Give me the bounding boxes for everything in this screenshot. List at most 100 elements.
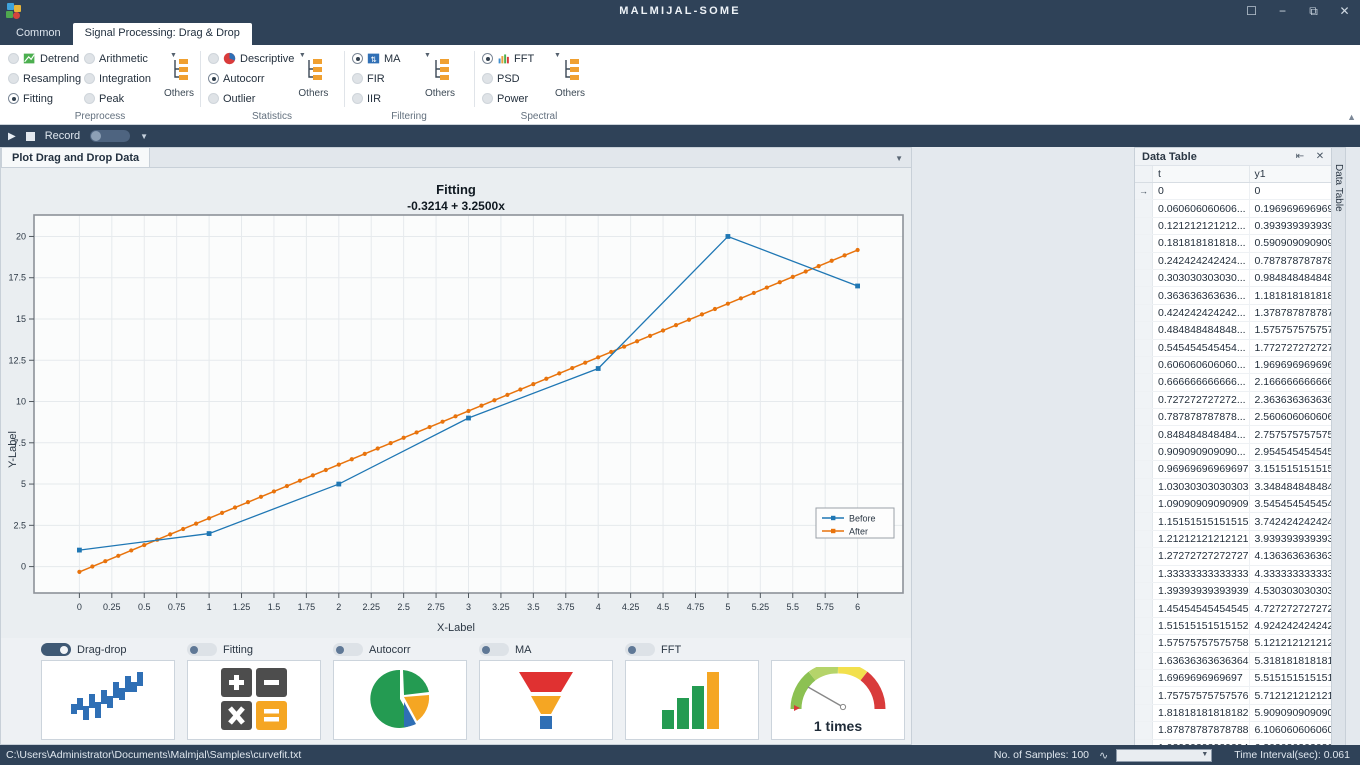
table-row[interactable]: 1.454545454545454.72727272727273: [1135, 600, 1345, 617]
run-counter-card[interactable]: 1 times: [771, 660, 905, 740]
close-icon[interactable]: ✕: [1329, 0, 1360, 22]
chart-canvas[interactable]: 00.250.50.7511.251.51.7522.252.52.7533.2…: [1, 168, 911, 638]
table-cell[interactable]: 0.96969696969697: [1153, 461, 1249, 477]
radio-peak[interactable]: Peak: [84, 91, 160, 106]
table-row[interactable]: 0.060606060606...0.196969696969...: [1135, 200, 1345, 217]
table-row[interactable]: 1.151515151515153.74242424242424: [1135, 513, 1345, 530]
table-row[interactable]: 1.818181818181825.90909090909091: [1135, 705, 1345, 722]
close-icon[interactable]: ✕: [1315, 151, 1325, 162]
table-row[interactable]: 0.303030303030...0.984848484848...: [1135, 270, 1345, 287]
radio-detrend[interactable]: Detrend: [8, 51, 84, 66]
radio-descriptive[interactable]: Descriptive: [208, 51, 289, 66]
table-row[interactable]: 0.484848484848...1.57575757575758: [1135, 322, 1345, 339]
table-cell[interactable]: 0.545454545454...: [1153, 340, 1249, 356]
restore-layout-icon[interactable]: ☐: [1236, 0, 1267, 22]
table-row[interactable]: 0.969696969696973.15151515151515: [1135, 461, 1345, 478]
table-row[interactable]: 0.181818181818...0.590909090909...: [1135, 235, 1345, 252]
radio-psd[interactable]: PSD: [482, 71, 544, 86]
stop-icon[interactable]: [26, 132, 35, 141]
bar-chart-icon-card[interactable]: [625, 660, 759, 740]
table-cell[interactable]: 0.060606060606...: [1153, 200, 1249, 216]
table-cell[interactable]: 1.51515151515152: [1153, 618, 1249, 634]
table-cell[interactable]: 1.03030303030303: [1153, 479, 1249, 495]
table-cell[interactable]: 1.27272727272727: [1153, 548, 1249, 564]
table-row[interactable]: 0.606060606060...1.96969696969697: [1135, 357, 1345, 374]
table-row[interactable]: 1.575757575757585.12121212121212: [1135, 635, 1345, 652]
table-row[interactable]: 1.878787878787886.10606060606061: [1135, 722, 1345, 739]
radio-resampling[interactable]: Resampling: [8, 71, 84, 86]
table-cell[interactable]: 1.81818181818182: [1153, 705, 1249, 721]
table-row[interactable]: 0.848484848484...2.75757575757576: [1135, 426, 1345, 443]
table-cell[interactable]: 0.121212121212...: [1153, 218, 1249, 234]
table-row[interactable]: 0.545454545454...1.77272727272727: [1135, 340, 1345, 357]
statistics-others-button[interactable]: ▼ Others: [293, 51, 334, 99]
drag-drop-item[interactable]: Drag-drop: [41, 641, 175, 744]
ribbon-tab-common[interactable]: Common: [4, 23, 73, 45]
table-cell[interactable]: 1.15151515151515: [1153, 513, 1249, 529]
ribbon-collapse-icon[interactable]: ▲: [1347, 112, 1356, 122]
table-cell[interactable]: 0.909090909090...: [1153, 444, 1249, 460]
drag-drop-item[interactable]: FFT: [625, 641, 759, 744]
table-cell[interactable]: 1.6969696969697: [1153, 670, 1249, 686]
table-cell[interactable]: 0.181818181818...: [1153, 235, 1249, 251]
drag-drop-item[interactable]: MA: [479, 641, 613, 744]
record-toggle[interactable]: [90, 130, 130, 142]
table-cell[interactable]: 0.787878787878...: [1153, 409, 1249, 425]
ribbon-tab-signal-processing[interactable]: Signal Processing: Drag & Drop: [73, 23, 252, 45]
toggle-fft[interactable]: [625, 643, 655, 656]
table-cell[interactable]: 1.75757575757576: [1153, 687, 1249, 703]
table-cell[interactable]: 0.303030303030...: [1153, 270, 1249, 286]
table-row[interactable]: 1.69696969696975.51515151515151: [1135, 670, 1345, 687]
table-cell[interactable]: 1.63636363636364: [1153, 653, 1249, 669]
radio-power[interactable]: Power: [482, 91, 544, 106]
toggle-autocorr[interactable]: [333, 643, 363, 656]
pie-chart-icon-card[interactable]: [333, 660, 467, 740]
radio-fft[interactable]: FFT: [482, 51, 544, 66]
table-cell[interactable]: 1.33333333333333: [1153, 566, 1249, 582]
table-row[interactable]: 0.787878787878...2.56060606060606: [1135, 409, 1345, 426]
data-grid[interactable]: ty1→000.060606060606...0.196969696969...…: [1135, 166, 1345, 765]
table-cell[interactable]: 0.727272727272...: [1153, 392, 1249, 408]
table-cell[interactable]: 1.57575757575758: [1153, 635, 1249, 651]
table-cell[interactable]: 0.363636363636...: [1153, 287, 1249, 303]
radio-ma[interactable]: ⇅ MA: [352, 51, 414, 66]
toggle-ma[interactable]: [479, 643, 509, 656]
table-cell[interactable]: 1.45454545454545: [1153, 600, 1249, 616]
table-row[interactable]: 1.393939393939394.53030303030303: [1135, 583, 1345, 600]
table-row[interactable]: 1.515151515151524.92424242424242: [1135, 618, 1345, 635]
radio-autocorr[interactable]: Autocorr: [208, 71, 289, 86]
drag-drop-item[interactable]: Autocorr: [333, 641, 467, 744]
filtering-others-button[interactable]: ▼ Others: [418, 51, 462, 99]
funnel-icon-card[interactable]: [479, 660, 613, 740]
table-cell[interactable]: 0.848484848484...: [1153, 426, 1249, 442]
table-row[interactable]: 1.636363636363645.31818181818182: [1135, 653, 1345, 670]
table-row[interactable]: 0.727272727272...2.36363636363636: [1135, 392, 1345, 409]
radio-iir[interactable]: IIR: [352, 91, 414, 106]
minimize-icon[interactable]: −: [1267, 0, 1298, 22]
toggle-drag-drop[interactable]: [41, 643, 71, 656]
table-cell[interactable]: 0: [1153, 183, 1249, 199]
table-row[interactable]: 0.121212121212...0.393939393939...: [1135, 218, 1345, 235]
table-row[interactable]: 1.757575757575765.71212121212121: [1135, 687, 1345, 704]
spectral-others-button[interactable]: ▼ Others: [548, 51, 592, 99]
table-row[interactable]: 0.363636363636...1.18181818181818: [1135, 287, 1345, 304]
radio-outlier[interactable]: Outlier: [208, 91, 289, 106]
radio-integration[interactable]: Integration: [84, 71, 160, 86]
chevron-down-icon[interactable]: ▼: [895, 154, 903, 163]
table-row[interactable]: 0.666666666666...2.16666666666667: [1135, 374, 1345, 391]
toggle-fitting[interactable]: [187, 643, 217, 656]
radio-fir[interactable]: FIR: [352, 71, 414, 86]
table-row[interactable]: 1.030303030303033.34848484848485: [1135, 479, 1345, 496]
status-signal-select[interactable]: ▼: [1116, 749, 1212, 762]
tab-plot-drag-and-drop-data[interactable]: Plot Drag and Drop Data: [1, 147, 150, 167]
play-icon[interactable]: ▶: [8, 131, 16, 142]
maximize-icon[interactable]: ⧉: [1298, 0, 1329, 22]
table-row[interactable]: 1.212121212121213.93939393939394: [1135, 531, 1345, 548]
table-cell[interactable]: 0.424242424242...: [1153, 305, 1249, 321]
table-cell[interactable]: 1.39393939393939: [1153, 583, 1249, 599]
table-cell[interactable]: 0.606060606060...: [1153, 357, 1249, 373]
table-row[interactable]: 1.090909090909093.54545454545454: [1135, 496, 1345, 513]
column-header-t[interactable]: t: [1153, 166, 1249, 182]
table-row[interactable]: →00: [1135, 183, 1345, 200]
table-cell[interactable]: 1.87878787878788: [1153, 722, 1249, 738]
